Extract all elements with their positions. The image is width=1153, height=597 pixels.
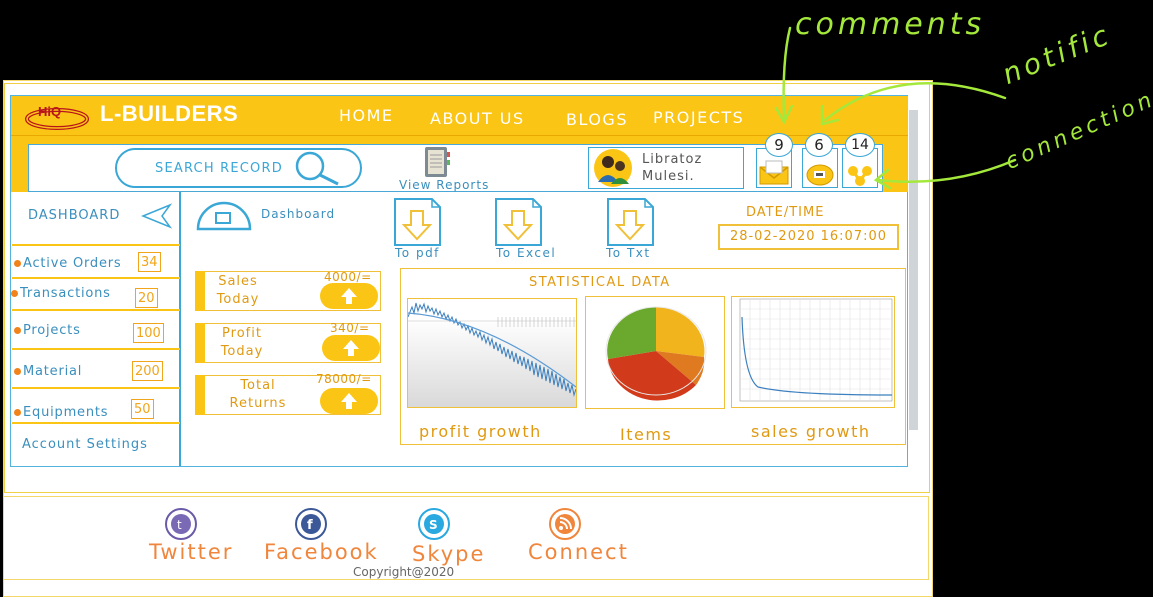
notifications-count-badge: 6	[805, 133, 833, 157]
hiq-logo: HiQ	[24, 100, 90, 134]
rss-icon[interactable]	[549, 508, 581, 540]
copyright: Copyright@2020	[353, 565, 455, 579]
total-returns-value: 78000/=	[316, 372, 372, 386]
twitter-link[interactable]: Twitter	[149, 540, 233, 564]
sidebar-divider	[12, 309, 180, 311]
svg-text:HiQ: HiQ	[38, 104, 61, 119]
user-last-name: Mulesi.	[642, 169, 695, 184]
export-pdf-label[interactable]: To pdf	[395, 246, 440, 260]
sidebar-item-label: Active Orders	[23, 256, 122, 271]
dashboard-label: Dashboard	[261, 207, 336, 221]
user-first-name: Libratoz	[642, 152, 703, 167]
bullet-icon	[14, 409, 21, 416]
sidebar-dashboard-title[interactable]: DASHBOARD	[28, 208, 120, 223]
export-txt-label[interactable]: To Txt	[606, 246, 651, 260]
sidebar-item-label: Projects	[23, 323, 81, 338]
svg-text:S: S	[429, 518, 438, 532]
equipments-value: 50	[131, 399, 154, 419]
connections-count-badge: 14	[845, 133, 875, 157]
total-returns-label: Total Returns	[229, 378, 287, 411]
bullet-icon	[11, 290, 18, 297]
active-orders-value: 34	[138, 252, 161, 272]
svg-text:t: t	[177, 518, 182, 532]
sidebar-divider	[12, 277, 180, 279]
nav-projects[interactable]: PROJECTS	[653, 108, 744, 127]
arrow-up-icon	[341, 393, 357, 409]
bullet-icon	[14, 368, 21, 375]
profit-growth-chart	[407, 298, 577, 408]
search-placeholder[interactable]: SEARCH RECORD	[155, 161, 283, 176]
search-icon[interactable]	[292, 150, 342, 186]
items-pie-thumbnail	[605, 306, 707, 401]
sidebar-divider	[12, 244, 180, 246]
annotation-comments: comments	[795, 7, 986, 42]
export-excel-icon[interactable]	[495, 197, 543, 247]
facebook-icon[interactable]: f	[295, 508, 327, 540]
profit-today-label: Profit Today	[220, 326, 264, 359]
sales-growth-thumbnail	[739, 298, 893, 402]
export-pdf-icon[interactable]	[394, 197, 442, 247]
sidebar-item-transactions[interactable]: Transactions	[11, 286, 111, 301]
skype-icon[interactable]: S	[418, 508, 450, 540]
sidebar-item-label: Equipments	[23, 405, 109, 420]
statistical-data-title: STATISTICAL DATA	[529, 275, 671, 290]
transactions-value: 20	[135, 288, 158, 308]
sidebar-item-projects[interactable]: Projects	[14, 323, 81, 338]
sidebar-divider	[12, 348, 180, 350]
vertical-scrollbar[interactable]	[909, 110, 918, 430]
sales-today-label: Sales Today	[216, 274, 260, 307]
svg-text:f: f	[307, 518, 313, 533]
sales-growth-chart	[731, 296, 895, 408]
sales-growth-caption: sales growth	[751, 422, 871, 441]
profit-today-value: 340/=	[330, 321, 370, 335]
user-name: Libratoz Mulesi.	[642, 151, 742, 185]
annotation-notifications: notific	[997, 17, 1117, 92]
avatar[interactable]	[591, 148, 635, 188]
bullet-icon	[14, 327, 21, 334]
twitter-icon[interactable]: t	[165, 508, 197, 540]
sidebar-divider	[12, 387, 180, 389]
items-caption: Items	[620, 425, 673, 444]
view-reports-link[interactable]: View Reports	[399, 178, 489, 192]
sidebar-item-active-orders[interactable]: Active Orders	[14, 256, 121, 271]
export-txt-icon[interactable]	[607, 197, 655, 247]
collapse-arrow-icon[interactable]	[140, 203, 173, 233]
datetime-value: 28-02-2020 16:07:00	[718, 224, 899, 250]
report-book-icon[interactable]	[420, 144, 454, 180]
skype-link[interactable]: Skype	[412, 542, 485, 566]
sidebar-item-equipments[interactable]: Equipments	[14, 405, 108, 420]
arrow-up-icon	[341, 288, 357, 304]
datetime-label: DATE/TIME	[746, 205, 825, 220]
sales-today-up-button[interactable]	[320, 283, 378, 309]
facebook-link[interactable]: Facebook	[264, 540, 379, 564]
nav-home[interactable]: HOME	[339, 106, 394, 125]
total-returns-up-button[interactable]	[320, 388, 378, 414]
card-accent	[195, 375, 205, 415]
sidebar-item-material[interactable]: Material	[14, 364, 82, 379]
gauge-icon	[194, 199, 254, 231]
profit-growth-caption: profit growth	[419, 422, 542, 441]
connect-link[interactable]: Connect	[528, 540, 629, 564]
export-excel-label[interactable]: To Excel	[496, 246, 556, 260]
projects-value: 100	[133, 323, 164, 343]
arrow-up-icon	[343, 340, 359, 356]
brand-title: L-BUILDERS	[100, 101, 239, 126]
sidebar-item-label: Transactions	[20, 286, 111, 301]
items-chart	[585, 296, 725, 409]
annotation-connections: connections	[1001, 80, 1153, 175]
account-settings-link[interactable]: Account Settings	[22, 437, 148, 452]
bullet-icon	[14, 260, 21, 267]
nav-about-us[interactable]: ABOUT US	[430, 109, 525, 128]
footer	[3, 496, 929, 580]
card-accent	[195, 323, 205, 363]
material-value: 200	[132, 361, 163, 381]
sidebar-item-label: Material	[23, 364, 83, 379]
profit-today-up-button[interactable]	[322, 335, 380, 361]
nav-blogs[interactable]: BLOGS	[566, 110, 628, 129]
sidebar-divider	[12, 422, 180, 424]
profit-growth-thumbnail	[407, 302, 577, 407]
sales-today-value: 4000/=	[324, 270, 372, 284]
card-accent	[195, 271, 205, 311]
comments-count-badge: 9	[765, 133, 793, 157]
